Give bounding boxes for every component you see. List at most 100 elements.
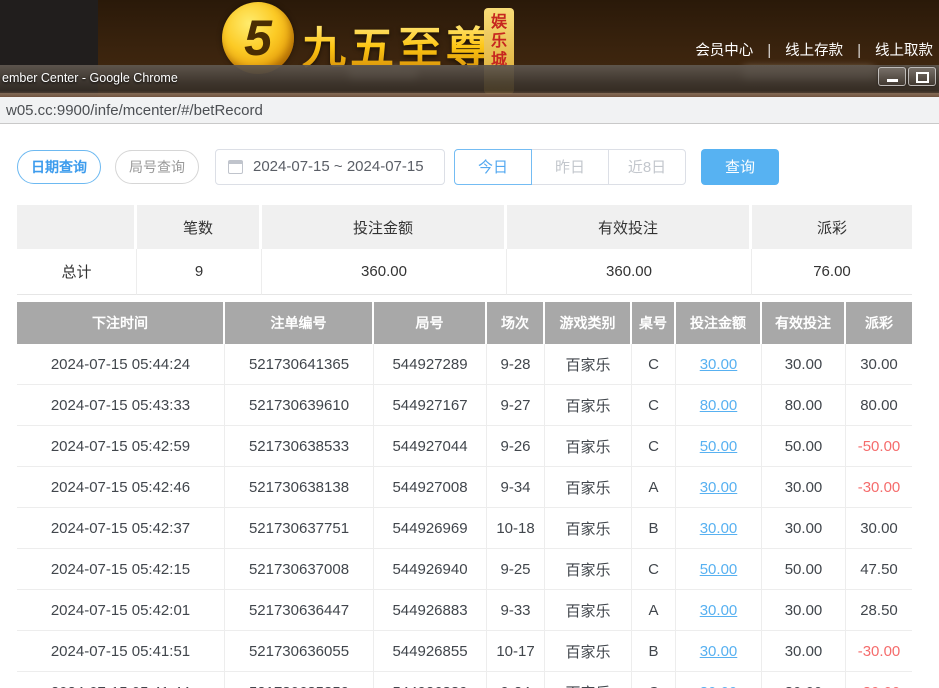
cell-session: 9-33 [487, 590, 545, 631]
summary-count-value: 9 [137, 249, 262, 295]
round-query-tab[interactable]: 局号查询 [115, 150, 199, 184]
cell-order-id: 521730638533 [225, 426, 374, 467]
cell-round-id: 544927044 [374, 426, 487, 467]
cell-order-id: 521730637008 [225, 549, 374, 590]
bet-amount-link[interactable]: 50.00 [700, 561, 738, 578]
cell-table: A [632, 590, 676, 631]
cell-round-id: 544926839 [374, 672, 487, 688]
cell-payout: 80.00 [846, 385, 912, 426]
cell-round-id: 544926883 [374, 590, 487, 631]
cell-table: B [632, 508, 676, 549]
cell-payout: -30.00 [846, 467, 912, 508]
cell-table: C [632, 426, 676, 467]
cell-bet-time: 2024-07-15 05:42:59 [17, 426, 225, 467]
bet-amount-link[interactable]: 30.00 [700, 520, 738, 537]
nav-online-withdraw[interactable]: 线上取款 [875, 43, 933, 59]
cell-table: B [632, 631, 676, 672]
summary-payout-value: 76.00 [752, 249, 912, 295]
date-range-input[interactable]: 2024-07-15 ~ 2024-07-15 [215, 149, 445, 185]
cell-valid-bet: 30.00 [762, 467, 846, 508]
summary-header-row: 笔数 投注金额 有效投注 派彩 [17, 205, 912, 249]
nav-separator: | [857, 43, 861, 59]
summary-valid-bet-value: 360.00 [507, 249, 752, 295]
cell-session: 9-34 [487, 467, 545, 508]
cell-session: 9-26 [487, 426, 545, 467]
cell-table: C [632, 385, 676, 426]
cell-order-id: 521730637751 [225, 508, 374, 549]
cell-table: A [632, 467, 676, 508]
cell-game-type: 百家乐 [545, 672, 632, 688]
cell-game-type: 百家乐 [545, 590, 632, 631]
bet-amount-link[interactable]: 50.00 [700, 438, 738, 455]
bet-table-header-row: 下注时间 注单编号 局号 场次 游戏类别 桌号 投注金额 有效投注 派彩 [17, 302, 912, 344]
bet-amount-link[interactable]: 30.00 [700, 602, 738, 619]
calendar-icon [228, 160, 243, 174]
bet-amount-link[interactable]: 30.00 [700, 479, 738, 496]
badge-char: 乐 [484, 32, 514, 51]
summary-header-count: 笔数 [137, 205, 262, 249]
cell-valid-bet: 30.00 [762, 672, 846, 688]
last-8-days-button[interactable]: 近8日 [608, 149, 686, 185]
cell-game-type: 百家乐 [545, 426, 632, 467]
window-title: ember Center - Google Chrome [2, 71, 178, 85]
cell-round-id: 544926855 [374, 631, 487, 672]
yesterday-button[interactable]: 昨日 [531, 149, 609, 185]
summary-header-blank [17, 205, 137, 249]
site-logo-icon: 5 [222, 2, 294, 74]
url-text[interactable]: w05.cc:9900/infe/mcenter/#/betRecord [6, 102, 263, 119]
maximize-icon [916, 72, 929, 83]
browser-titlebar[interactable]: ember Center - Google Chrome [0, 65, 939, 97]
cell-bet-amount: 30.00 [676, 467, 762, 508]
cell-bet-time: 2024-07-15 05:42:01 [17, 590, 225, 631]
cell-table: C [632, 344, 676, 385]
cell-valid-bet: 80.00 [762, 385, 846, 426]
bet-amount-link[interactable]: 30.00 [700, 356, 738, 373]
bet-amount-link[interactable]: 30.00 [700, 643, 738, 660]
table-row: 2024-07-15 05:44:24521730641365544927289… [17, 344, 912, 385]
nav-online-deposit[interactable]: 线上存款 [785, 43, 843, 59]
header-round-id: 局号 [374, 302, 487, 344]
filter-bar: 日期查询 局号查询 2024-07-15 ~ 2024-07-15 今日 昨日 … [17, 148, 939, 185]
cell-bet-amount: 30.00 [676, 508, 762, 549]
cell-valid-bet: 50.00 [762, 426, 846, 467]
browser-urlbar[interactable]: w05.cc:9900/infe/mcenter/#/betRecord [0, 97, 939, 124]
bet-amount-link[interactable]: 30.00 [700, 684, 738, 688]
quick-range-group: 今日 昨日 近8日 [454, 149, 686, 185]
cell-valid-bet: 50.00 [762, 549, 846, 590]
header-nav: 会员中心 | 线上存款 | 线上取款 [695, 39, 933, 60]
bet-record-table: 下注时间 注单编号 局号 场次 游戏类别 桌号 投注金额 有效投注 派彩 202… [17, 302, 912, 688]
cell-session: 9-24 [487, 672, 545, 688]
date-query-tab[interactable]: 日期查询 [17, 150, 101, 184]
cell-payout: 30.00 [846, 344, 912, 385]
nav-member-center[interactable]: 会员中心 [695, 43, 753, 59]
today-button[interactable]: 今日 [454, 149, 532, 185]
cell-valid-bet: 30.00 [762, 344, 846, 385]
minimize-button[interactable] [878, 67, 906, 86]
date-range-value: 2024-07-15 ~ 2024-07-15 [253, 158, 424, 175]
cell-bet-time: 2024-07-15 05:42:37 [17, 508, 225, 549]
maximize-button[interactable] [908, 67, 936, 86]
cell-game-type: 百家乐 [545, 385, 632, 426]
cell-game-type: 百家乐 [545, 631, 632, 672]
table-row: 2024-07-15 05:42:01521730636447544926883… [17, 590, 912, 631]
cell-bet-time: 2024-07-15 05:43:33 [17, 385, 225, 426]
cell-bet-time: 2024-07-15 05:44:24 [17, 344, 225, 385]
bet-amount-link[interactable]: 80.00 [700, 397, 738, 414]
screen: 5 九五至尊 娱 乐 城 会员中心 | 线上存款 | 线上取款 ember Ce… [0, 0, 939, 688]
table-row: 2024-07-15 05:41:51521730636055544926855… [17, 631, 912, 672]
cell-session: 10-18 [487, 508, 545, 549]
header-bet-amount: 投注金额 [676, 302, 762, 344]
header-session: 场次 [487, 302, 545, 344]
summary-bet-amount-value: 360.00 [262, 249, 507, 295]
cell-table: C [632, 672, 676, 688]
cell-valid-bet: 30.00 [762, 631, 846, 672]
summary-table: 笔数 投注金额 有效投注 派彩 总计 9 360.00 360.00 76.00 [17, 205, 912, 295]
bet-table-body: 2024-07-15 05:44:24521730641365544927289… [17, 344, 912, 688]
summary-total-label: 总计 [17, 249, 137, 295]
cell-round-id: 544926940 [374, 549, 487, 590]
cell-bet-time: 2024-07-15 05:41:44 [17, 672, 225, 688]
cell-order-id: 521730641365 [225, 344, 374, 385]
cell-table: C [632, 549, 676, 590]
search-button[interactable]: 查询 [701, 149, 779, 185]
cell-valid-bet: 30.00 [762, 508, 846, 549]
